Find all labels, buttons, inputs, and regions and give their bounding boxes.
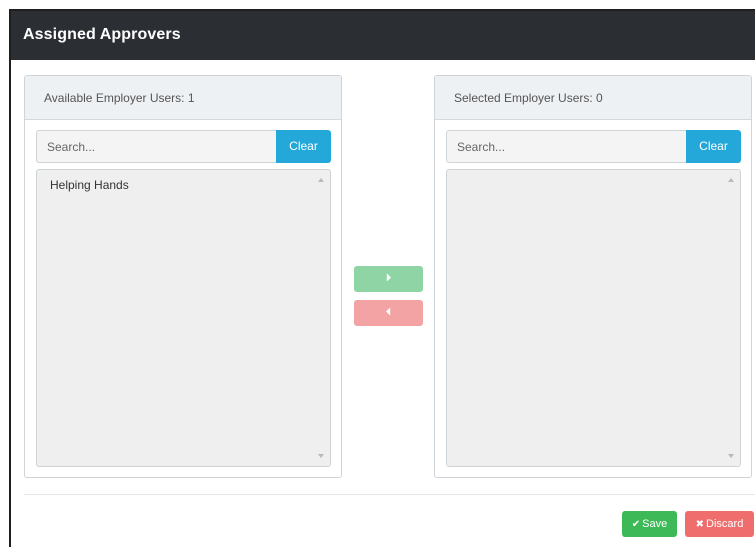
available-users-header: Available Employer Users: 1 xyxy=(25,76,341,120)
assigned-approvers-dialog: Assigned Approvers Available Employer Us… xyxy=(9,9,755,547)
discard-button[interactable]: ✖ Discard xyxy=(685,511,754,537)
scroll-down-arrow-icon[interactable] xyxy=(728,454,734,458)
selected-search-row: Clear xyxy=(446,130,741,163)
move-right-icon: ⏵ xyxy=(386,273,391,284)
selected-users-panel: Selected Employer Users: 0 Clear xyxy=(434,75,752,478)
dialog-title: Assigned Approvers xyxy=(23,26,181,43)
available-search-row: Clear xyxy=(36,130,331,163)
save-label: Save xyxy=(642,518,668,530)
save-button[interactable]: ✔ Save xyxy=(622,511,677,537)
check-icon: ✔ xyxy=(631,519,641,530)
scroll-up-arrow-icon[interactable] xyxy=(318,178,324,182)
selected-search-input[interactable] xyxy=(446,130,687,163)
move-left-icon: ⏴ xyxy=(386,307,391,318)
selected-users-list[interactable] xyxy=(446,169,741,467)
selected-users-header: Selected Employer Users: 0 xyxy=(435,76,751,120)
scroll-down-arrow-icon[interactable] xyxy=(318,454,324,458)
discard-label: Discard xyxy=(706,518,744,530)
move-to-available-button[interactable]: ⏴ xyxy=(354,300,423,326)
move-to-selected-button[interactable]: ⏵ xyxy=(354,266,423,292)
available-clear-button[interactable]: Clear xyxy=(276,130,331,163)
available-search-input[interactable] xyxy=(36,130,277,163)
available-users-list[interactable]: Helping Hands xyxy=(36,169,331,467)
scroll-up-arrow-icon[interactable] xyxy=(728,178,734,182)
footer-divider xyxy=(24,494,755,495)
list-item[interactable]: Helping Hands xyxy=(50,178,129,192)
available-users-panel: Available Employer Users: 1 Clear Helpin… xyxy=(24,75,342,478)
selected-clear-button[interactable]: Clear xyxy=(686,130,741,163)
dialog-header: Assigned Approvers xyxy=(11,11,755,60)
close-icon: ✖ xyxy=(695,519,705,530)
